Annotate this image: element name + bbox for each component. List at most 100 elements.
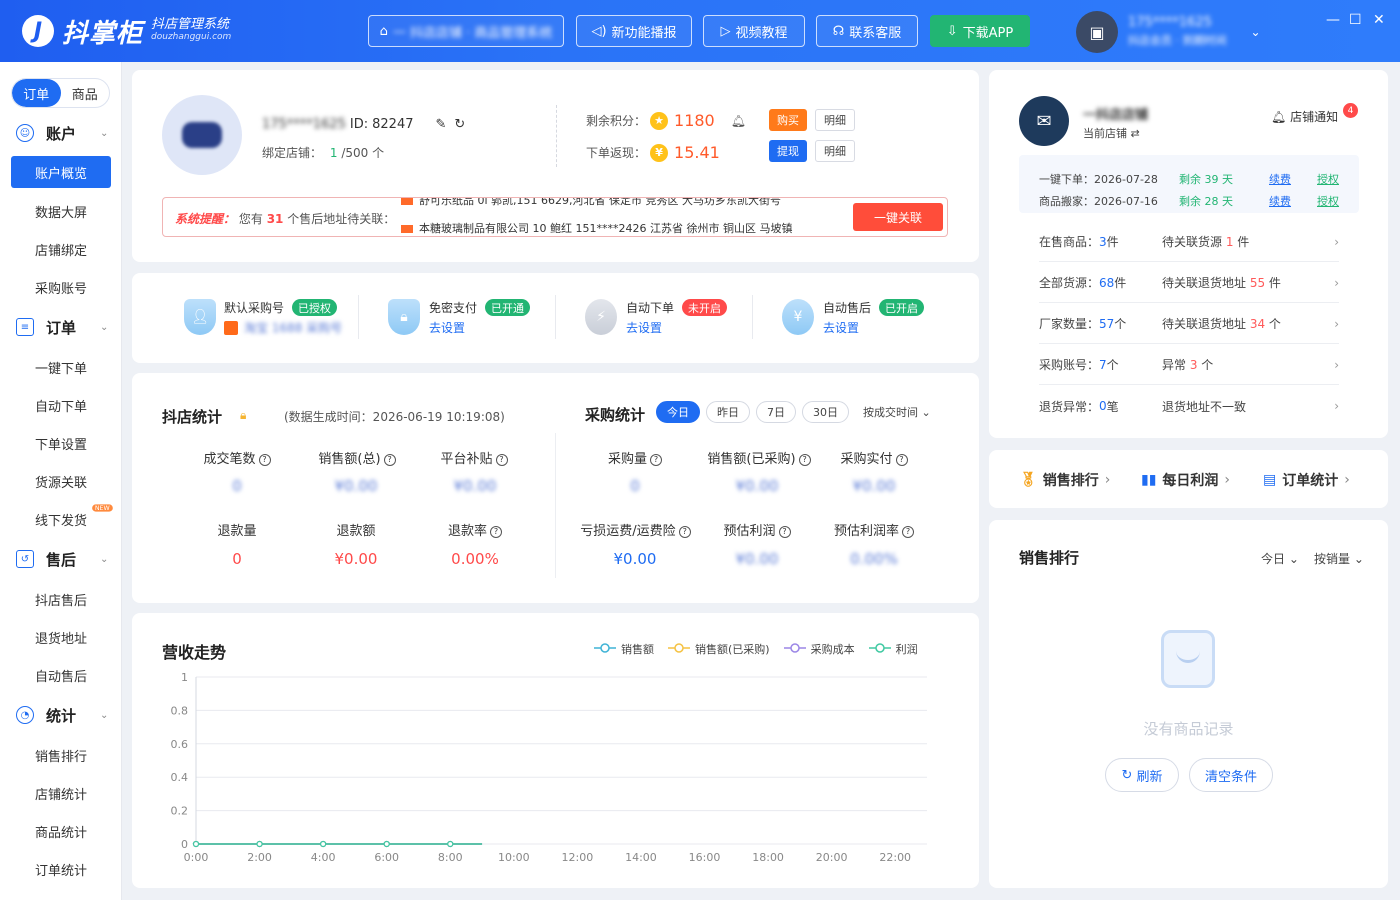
sidebar-item-shop-binding[interactable]: 店铺绑定 [11, 233, 111, 265]
store-selector-button[interactable]: ⌂ 一 抖店店铺 · 商品管理系统 [368, 15, 564, 47]
sidebar-item-auto-aftersale[interactable]: 自动售后 [11, 659, 111, 691]
tab-today[interactable]: 今日 [656, 401, 700, 423]
help-icon[interactable]: ? [490, 525, 502, 538]
sidebar-item-sales-rank[interactable]: 销售排行 [11, 739, 111, 771]
chevron-down-icon: ⌄ [1288, 552, 1299, 566]
switch-shop-button[interactable]: 当前店铺 ⇄ [1083, 125, 1140, 141]
x-tick-label: 4:00 [311, 851, 336, 864]
help-icon[interactable]: ? [798, 453, 811, 466]
go-settings-link[interactable]: 去设置 [823, 319, 859, 336]
sidebar-item-purchase-account[interactable]: 采购账号 [11, 271, 111, 303]
bell-icon[interactable]: 🔔︎ [731, 114, 746, 128]
help-icon[interactable]: ? [778, 525, 791, 538]
clear-conditions-button[interactable]: 清空条件 [1189, 758, 1273, 792]
sidebar-item-shop-aftersale[interactable]: 抖店售后 [11, 583, 111, 615]
stat-label: 采购量? [575, 448, 695, 467]
sidebar-item-source-link[interactable]: 货源关联 [11, 465, 111, 497]
go-settings-link[interactable]: 去设置 [626, 319, 662, 336]
bind-total: /500 个 [341, 146, 385, 160]
tab-7days[interactable]: 7日 [756, 401, 796, 423]
help-icon[interactable]: ? [902, 525, 914, 538]
contact-service-button[interactable]: ☊ 联系客服 [816, 15, 918, 47]
sidebar-item-offline-ship[interactable]: 线下发货 NEW [11, 503, 113, 535]
shop-stat-row[interactable]: 在售商品： 3 件 待关联货源 1 件 › [1039, 222, 1339, 262]
ranking-sort-dropdown[interactable]: 按销量 ⌄ [1314, 550, 1364, 567]
rebate-detail-button[interactable]: 明细 [815, 140, 855, 162]
sidebar-segment: 订单 商品 [11, 78, 110, 108]
sidebar-group-aftersale[interactable]: ↺ 售后 ⌄ [0, 544, 122, 574]
refresh-icon[interactable]: ↻ [454, 117, 465, 132]
quick-link-order-stats[interactable]: ▤ 订单统计 › [1263, 470, 1350, 490]
current-shop-label: 当前店铺 [1083, 127, 1127, 140]
points-detail-button[interactable]: 明细 [815, 109, 855, 131]
help-icon[interactable]: ? [895, 453, 908, 466]
tab-30days[interactable]: 30日 [802, 401, 849, 423]
sidebar-item-one-click-order[interactable]: 一键下单 [11, 351, 111, 383]
sidebar-item-return-address[interactable]: 退货地址 [11, 621, 111, 653]
user-menu[interactable]: ▣ 175****1625 抖店会员 · 到期时间 ⌄ [1076, 10, 1261, 54]
auth-link[interactable]: 授权 [1317, 193, 1339, 209]
id-value: 82247 [372, 117, 414, 132]
stat-label: 退款量 [217, 524, 257, 539]
sidebar-item-data-screen[interactable]: 数据大屏 [11, 195, 111, 227]
sidebar-group-order[interactable]: ≡ 订单 ⌄ [0, 312, 122, 342]
shop-stat-row[interactable]: 采购账号： 7 个 异常 3 个 › [1039, 345, 1339, 385]
sidebar-item-auto-order[interactable]: 自动下单 [11, 389, 111, 421]
shop-stat-row[interactable]: 全部货源： 68 件 待关联退货地址 55 件 › [1039, 263, 1339, 303]
quick-links: 🏅︎ 销售排行 › ▮▮ 每日利润 › ▤ 订单统计 › [989, 450, 1388, 508]
maximize-icon[interactable]: ☐ [1349, 12, 1362, 28]
document-icon: ▤ [1263, 472, 1277, 488]
download-icon: ⇩ [946, 23, 958, 39]
chevron-down-icon: ⌄ [100, 709, 109, 721]
sort-dropdown[interactable]: 按成交时间 ⌄ [863, 404, 931, 420]
refresh-button[interactable]: ↻ 刷新 [1105, 758, 1179, 792]
help-icon[interactable]: ? [678, 525, 691, 538]
status-badge: 已开通 [485, 299, 531, 316]
list-icon: ≡ [16, 318, 34, 336]
logo-mark-icon: J [22, 15, 54, 47]
shop-stat-row[interactable]: 厂家数量： 57 个 待关联退货地址 34 个 › [1039, 304, 1339, 344]
help-icon[interactable]: ? [258, 453, 271, 466]
shop-notify-button[interactable]: 🔔︎ 店铺通知 [1271, 108, 1338, 125]
buy-points-button[interactable]: 购买 [769, 109, 807, 131]
sidebar-item-order-settings[interactable]: 下单设置 [11, 427, 111, 459]
sidebar-item-goods-stats[interactable]: 商品统计 [11, 815, 111, 847]
stat-value: 0.00% [850, 550, 898, 568]
tab-yesterday[interactable]: 昨日 [706, 401, 750, 423]
x-tick-label: 18:00 [752, 851, 784, 864]
help-icon[interactable]: ? [495, 453, 508, 466]
help-icon[interactable]: ? [650, 453, 662, 466]
close-icon[interactable]: ✕ [1373, 12, 1385, 28]
notice-count: 31 [266, 212, 284, 226]
minimize-icon[interactable]: — [1326, 12, 1340, 28]
auth-link[interactable]: 授权 [1317, 171, 1339, 187]
shop-stat-row[interactable]: 退货异常： 0 笔 退货地址不一致 › [1039, 386, 1339, 426]
user-name: 175****1625 [1128, 15, 1212, 30]
renew-link[interactable]: 续费 [1269, 171, 1291, 187]
video-tutorial-button[interactable]: ▷ 视频教程 [703, 15, 805, 47]
news-button[interactable]: ◁) 新功能播报 [576, 15, 692, 47]
sidebar-item-order-stats[interactable]: 订单统计 [11, 853, 111, 885]
ranking-day-dropdown[interactable]: 今日 ⌄ [1261, 550, 1299, 567]
id-label: ID: [349, 117, 369, 132]
sidebar-item-shop-stats[interactable]: 店铺统计 [11, 777, 111, 809]
go-settings-link[interactable]: 去设置 [429, 319, 465, 336]
data-point [256, 840, 263, 848]
sidebar-group-stats[interactable]: ◔ 统计 ⌄ [0, 700, 122, 730]
withdraw-button[interactable]: 提现 [769, 140, 807, 162]
chevron-down-icon: ⌄ [100, 321, 109, 333]
quick-link-daily-profit[interactable]: ▮▮ 每日利润 › [1141, 470, 1230, 490]
help-icon[interactable]: ? [383, 453, 396, 466]
quick-link-sales-rank[interactable]: 🏅︎ 销售排行 › [1019, 470, 1110, 490]
edit-icon[interactable]: ✎ [436, 117, 447, 132]
sidebar-item-account-overview[interactable]: 账户概览 [11, 156, 111, 188]
seg-order[interactable]: 订单 [12, 79, 61, 107]
shop-notify-label: 店铺通知 [1290, 110, 1339, 124]
seg-goods[interactable]: 商品 [61, 79, 110, 107]
renew-link[interactable]: 续费 [1269, 193, 1291, 209]
one-click-link-button[interactable]: 一键关联 [853, 203, 943, 231]
app-logo: J 抖掌柜 抖店管理系统 douzhanggui.com [22, 12, 231, 50]
stat-value: ¥0.00 [453, 477, 497, 495]
sidebar-group-account[interactable]: ☺ 账户 ⌄ [0, 118, 122, 148]
download-app-button[interactable]: ⇩ 下载APP [930, 15, 1030, 47]
